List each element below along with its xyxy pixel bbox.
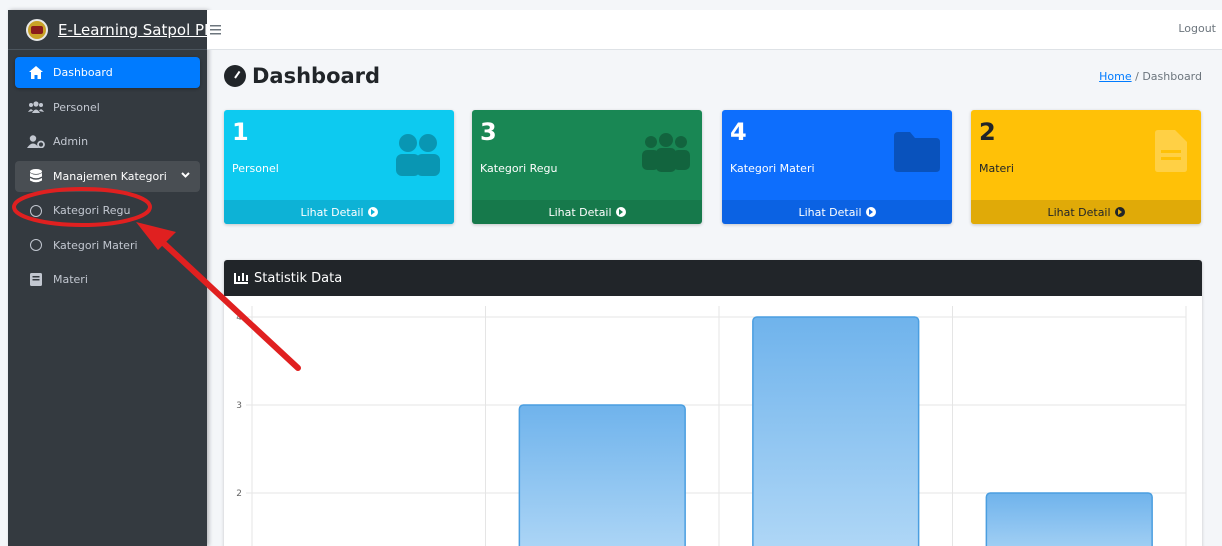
top-navbar: Logout bbox=[207, 10, 1222, 50]
stat-label: Materi bbox=[979, 162, 1014, 175]
arrow-circle-right-icon bbox=[865, 207, 876, 217]
stat-label: Kategori Regu bbox=[480, 162, 558, 175]
sidebar-item-label: Personel bbox=[53, 100, 100, 114]
sidebar-item-manajemen-kategori[interactable]: Manajemen Kategori bbox=[15, 160, 200, 192]
arrow-circle-right-icon bbox=[1114, 207, 1125, 217]
stat-label: Personel bbox=[232, 162, 279, 175]
sidebar-item-dashboard[interactable]: Dashboard bbox=[15, 57, 200, 88]
breadcrumb-home-link[interactable]: Home bbox=[1099, 70, 1131, 83]
breadcrumb: Home / Dashboard bbox=[1099, 70, 1202, 83]
users-icon bbox=[27, 100, 45, 114]
more-info-link[interactable]: Lihat Detail bbox=[224, 200, 454, 224]
y-tick-label: 3 bbox=[236, 401, 242, 411]
users-icon bbox=[394, 132, 442, 180]
logout-link[interactable]: Logout bbox=[1178, 22, 1216, 35]
sidebar: E-Learning Satpol PP Dashboard Personel … bbox=[8, 10, 213, 546]
bar-materi bbox=[985, 492, 1153, 546]
stat-value: 1 bbox=[232, 118, 249, 146]
user-cog-icon bbox=[27, 135, 45, 149]
brand-logo bbox=[26, 18, 48, 41]
sidebar-item-label: Dashboard bbox=[53, 66, 113, 79]
sidebar-item-label: Materi bbox=[53, 273, 88, 286]
chevron-down-icon bbox=[181, 171, 190, 181]
circle-icon bbox=[27, 204, 45, 218]
sidebar-item-label: Kategori Materi bbox=[53, 238, 138, 252]
sidebar-item-admin[interactable]: Admin bbox=[15, 126, 200, 157]
users-group-icon bbox=[642, 132, 690, 176]
tachometer-icon bbox=[224, 65, 246, 87]
bars-icon[interactable] bbox=[210, 21, 221, 39]
stat-value: 4 bbox=[730, 118, 747, 146]
sidebar-item-materi[interactable]: Materi bbox=[15, 264, 200, 295]
bar-kategori-regu bbox=[518, 404, 686, 546]
brand-title[interactable]: E-Learning Satpol PP bbox=[58, 21, 213, 39]
more-info-link[interactable]: Lihat Detail bbox=[722, 200, 952, 224]
home-icon bbox=[27, 66, 45, 80]
more-info-label: Lihat Detail bbox=[798, 205, 862, 219]
brand-link[interactable]: E-Learning Satpol PP bbox=[8, 10, 213, 50]
page-title: Dashboard bbox=[224, 64, 380, 88]
more-info-label: Lihat Detail bbox=[548, 205, 612, 219]
more-info-label: Lihat Detail bbox=[1047, 205, 1111, 219]
chart-bar-icon bbox=[234, 272, 248, 284]
content-header: Dashboard Home / Dashboard bbox=[224, 60, 1208, 96]
stat-box-materi: 2 Materi Lihat Detail bbox=[971, 110, 1201, 224]
sidebar-nav: Dashboard Personel Admin Manajemen Kateg… bbox=[8, 50, 207, 306]
sidebar-item-label: Kategori Regu bbox=[53, 204, 131, 217]
card-title: Statistik Data bbox=[254, 270, 343, 286]
more-info-label: Lihat Detail bbox=[300, 205, 364, 219]
stat-value: 3 bbox=[480, 118, 497, 146]
bar-chart: 2 3 4 bbox=[224, 296, 1202, 546]
more-info-link[interactable]: Lihat Detail bbox=[472, 200, 702, 224]
arrow-circle-right-icon bbox=[367, 207, 378, 217]
bar-chart-svg: 2 3 4 bbox=[236, 306, 1187, 546]
bar-kategori-materi bbox=[752, 316, 920, 546]
page-title-text: Dashboard bbox=[252, 64, 381, 88]
sidebar-item-label: Admin bbox=[53, 135, 89, 148]
breadcrumb-separator: / bbox=[1135, 70, 1139, 83]
more-info-link[interactable]: Lihat Detail bbox=[971, 200, 1201, 224]
stat-value: 2 bbox=[979, 118, 996, 146]
file-icon bbox=[1155, 130, 1187, 176]
folder-icon bbox=[894, 132, 940, 176]
card-header: Statistik Data bbox=[224, 260, 1202, 296]
sidebar-item-personel[interactable]: Personel bbox=[15, 92, 200, 123]
stat-box-kategori-materi: 4 Kategori Materi Lihat Detail bbox=[722, 110, 952, 224]
stat-label: Kategori Materi bbox=[730, 162, 815, 175]
sidebar-item-kategori-regu[interactable]: Kategori Regu bbox=[15, 195, 200, 226]
arrow-circle-right-icon bbox=[615, 207, 626, 217]
sidebar-item-label: Manajemen Kategori bbox=[53, 169, 167, 183]
sidebar-item-kategori-materi[interactable]: Kategori Materi bbox=[15, 230, 200, 261]
statistik-card: Statistik Data 2 3 4 bbox=[224, 260, 1202, 546]
circle-icon bbox=[27, 238, 45, 252]
book-icon bbox=[27, 273, 45, 287]
y-tick-label: 4 bbox=[236, 313, 242, 323]
stat-box-personel: 1 Personel Lihat Detail bbox=[224, 110, 454, 224]
breadcrumb-current: Dashboard bbox=[1142, 70, 1202, 83]
stat-box-kategori-regu: 3 Kategori Regu Lihat Detail bbox=[472, 110, 702, 224]
y-tick-label: 2 bbox=[236, 489, 242, 499]
database-icon bbox=[27, 169, 45, 183]
